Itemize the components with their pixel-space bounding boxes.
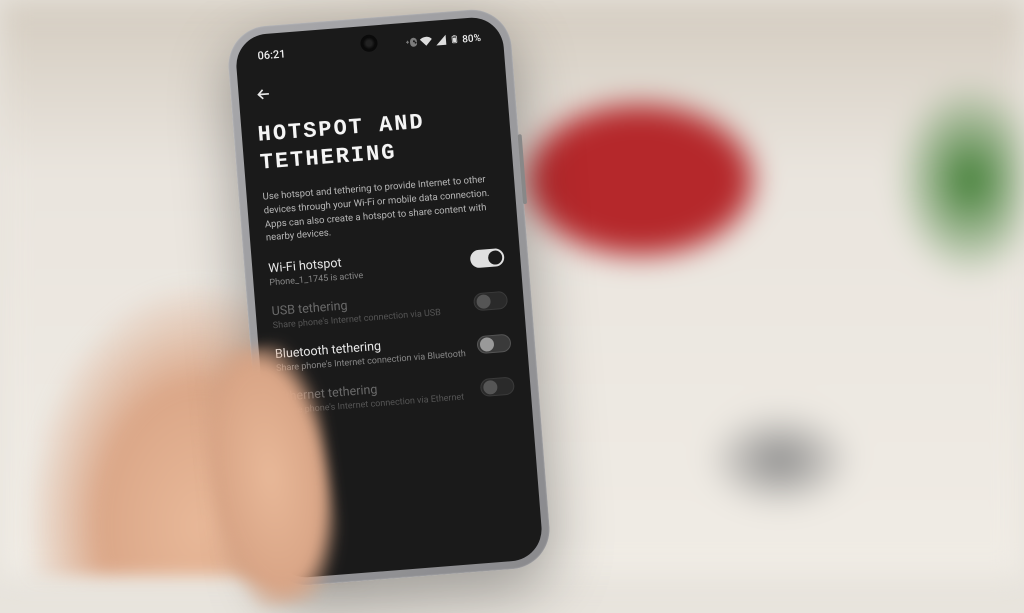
phone-screen: 06:21 80% HOTSPOT A [234,15,544,579]
bluetooth-tethering-row[interactable]: Bluetooth tethering Share phone's Intern… [275,329,512,374]
page-title: HOTSPOT AND TETHERING [257,103,497,176]
back-button[interactable] [254,85,273,104]
page-description: Use hotspot and tethering to provide Int… [262,172,502,245]
wifi-icon [420,35,433,51]
battery-percentage: 80% [462,33,482,45]
battery-icon [450,33,460,49]
signal-icon [435,34,448,50]
bluetooth-tethering-toggle[interactable] [476,333,511,354]
ethernet-tethering-row: Ethernet tethering Share phone's Interne… [278,372,515,417]
usb-tethering-row: USB tethering Share phone's Internet con… [271,286,508,331]
phone-device: 06:21 80% HOTSPOT A [234,15,544,579]
wifi-hotspot-row[interactable]: Wi-Fi hotspot Phone_1_1745 is active [268,243,505,288]
wifi-hotspot-toggle[interactable] [470,247,505,268]
status-time: 06:21 [257,47,286,62]
ethernet-tethering-toggle [480,376,515,397]
usb-tethering-toggle [473,290,508,311]
controller-icon [405,36,418,52]
